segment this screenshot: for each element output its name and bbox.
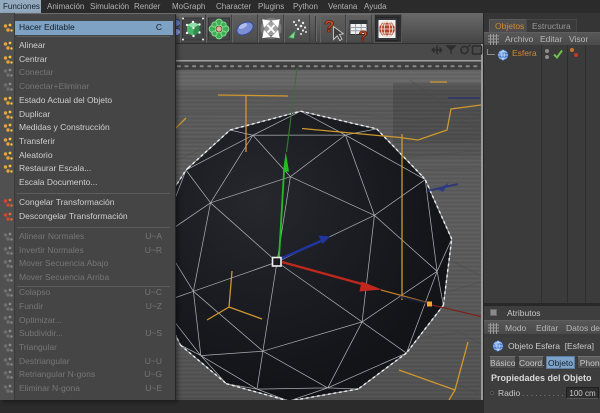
svg-text:?: ?	[324, 17, 334, 36]
svg-text:?: ?	[359, 28, 368, 42]
